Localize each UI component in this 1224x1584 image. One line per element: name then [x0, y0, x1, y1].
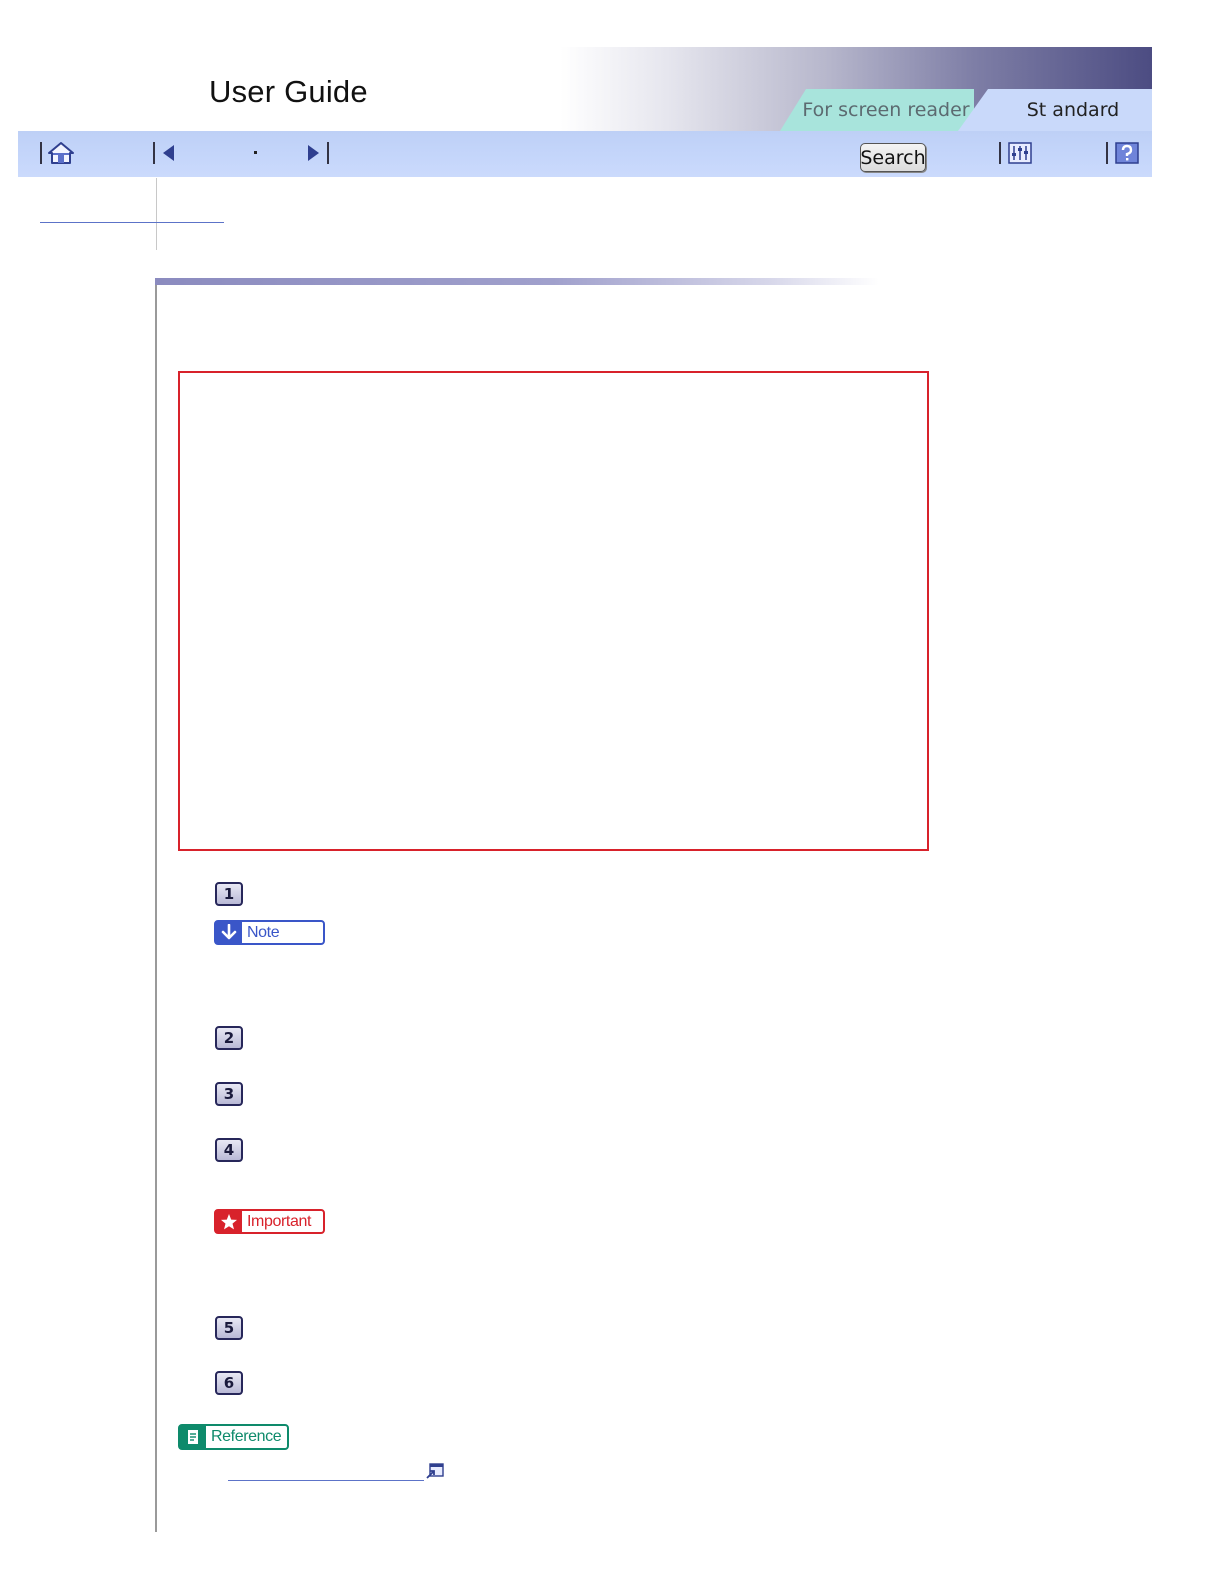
- toolbar-separator: [1106, 142, 1108, 164]
- toolbar-separator: [999, 142, 1001, 164]
- home-icon[interactable]: [48, 141, 74, 165]
- note-text: Note: [247, 923, 280, 941]
- search-button[interactable]: Search: [860, 143, 926, 172]
- section-heading-bar: [155, 278, 879, 285]
- screenshot-figure-frame: [178, 371, 929, 851]
- toolbar-separator: [153, 142, 155, 164]
- step-number-6: 6: [215, 1371, 243, 1395]
- tab-label: For screen reader: [802, 99, 970, 121]
- toolbar-separator: [40, 142, 42, 164]
- toolbar: [18, 131, 1152, 177]
- content-rule: [155, 278, 157, 1532]
- app-title: User Guide: [209, 74, 368, 109]
- reference-link[interactable]: [228, 1480, 424, 1481]
- document-icon: [180, 1426, 206, 1448]
- important-label: Important: [214, 1209, 325, 1234]
- step-number-4: 4: [215, 1138, 243, 1162]
- step-number-1: 1: [215, 882, 243, 906]
- pane-divider: [156, 178, 157, 250]
- settings-icon[interactable]: [1008, 142, 1032, 164]
- tab-screen-reader[interactable]: For screen reader: [780, 89, 974, 131]
- prev-page-icon[interactable]: [160, 143, 176, 163]
- help-icon[interactable]: [1115, 142, 1139, 164]
- down-arrow-icon: [216, 922, 242, 943]
- tab-standard[interactable]: St andard: [958, 89, 1152, 131]
- page-position-dot: [254, 151, 257, 154]
- toolbar-separator: [327, 142, 329, 164]
- reference-label: Reference: [178, 1424, 289, 1450]
- important-text: Important: [247, 1212, 311, 1230]
- external-link-icon[interactable]: [426, 1463, 444, 1479]
- step-number-3: 3: [215, 1082, 243, 1106]
- reference-text: Reference: [211, 1428, 282, 1445]
- step-number-5: 5: [215, 1316, 243, 1340]
- breadcrumb-link[interactable]: [40, 222, 224, 223]
- star-icon: [216, 1211, 242, 1232]
- next-page-icon[interactable]: [306, 143, 322, 163]
- note-label: Note: [214, 920, 325, 945]
- step-number-2: 2: [215, 1026, 243, 1050]
- tab-label: St andard: [1026, 99, 1120, 121]
